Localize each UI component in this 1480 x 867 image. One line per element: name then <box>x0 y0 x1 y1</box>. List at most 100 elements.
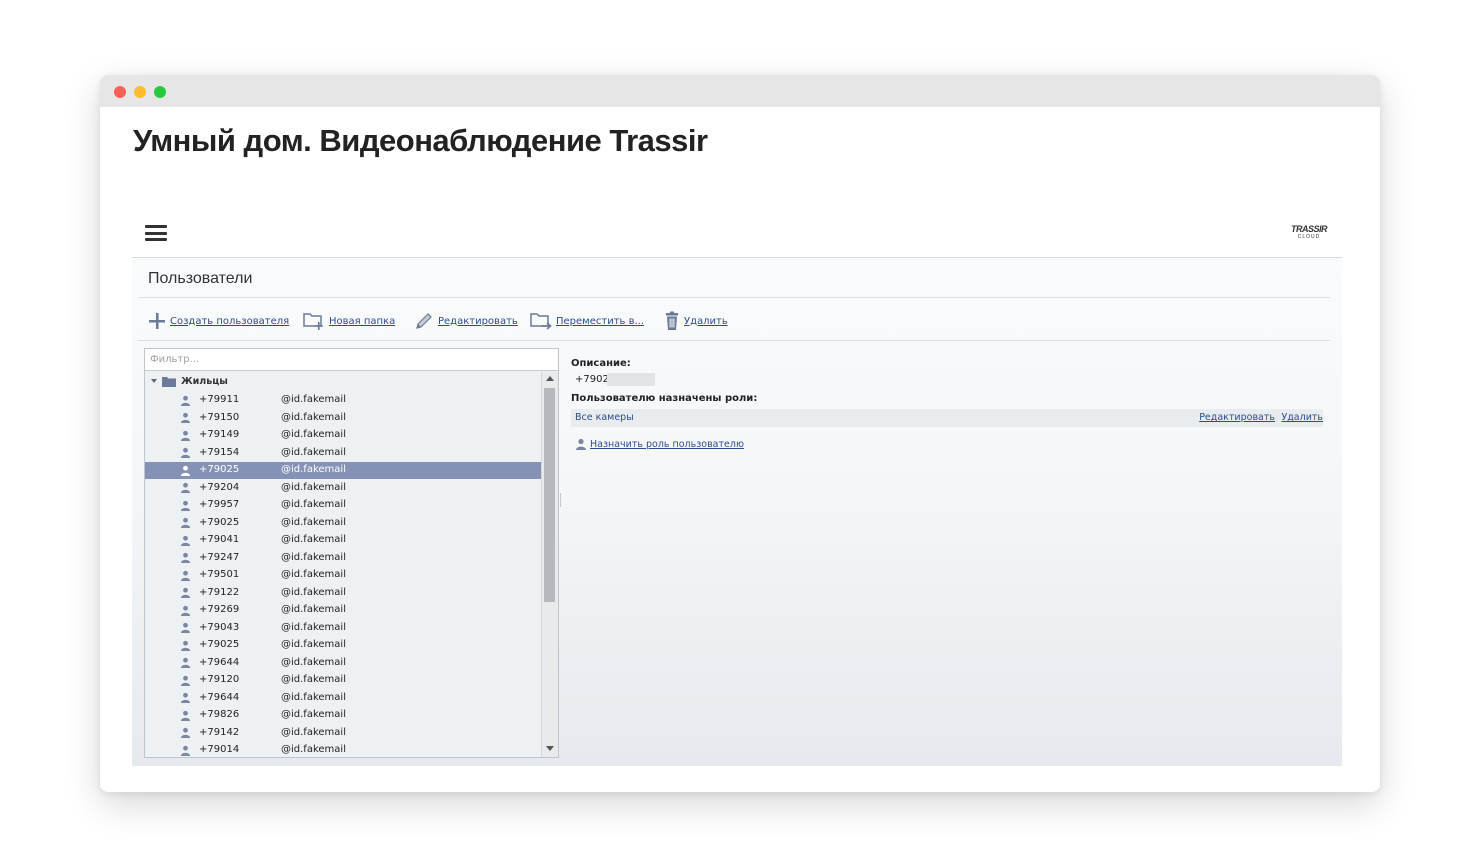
create-user-button[interactable]: Создать пользователя <box>148 309 289 333</box>
redacted-mask <box>239 654 281 672</box>
user-icon <box>180 500 191 511</box>
tree-user-row[interactable]: +79269 @id.fakemail <box>145 601 541 619</box>
tree-user-row[interactable]: +79142 @id.fakemail <box>145 724 541 742</box>
redacted-mask <box>239 689 281 707</box>
user-phone: +79043 <box>199 621 240 633</box>
user-icon <box>180 552 191 563</box>
tree-user-row[interactable]: +79150 @id.fakemail <box>145 409 541 427</box>
user-icon <box>180 447 191 458</box>
page-title: Умный дом. Видеонаблюдение Trassir <box>133 123 708 158</box>
minimize-window-button[interactable] <box>134 86 146 98</box>
user-phone: +79269 <box>199 604 240 615</box>
redacted-mask <box>239 479 281 497</box>
tree-user-row[interactable]: +79247 @id.fakemail <box>145 549 541 567</box>
redacted-mask <box>239 619 281 637</box>
user-icon <box>180 640 191 651</box>
user-email: @id.fakemail <box>281 394 346 405</box>
tree-user-row[interactable]: +79957 @id.fakemail <box>145 496 541 514</box>
user-icon <box>180 430 191 441</box>
tree-user-row[interactable]: +79644 @id.fakemail <box>145 654 541 672</box>
role-row: Все камеры Редактировать Удалить <box>571 409 1323 427</box>
user-icon <box>180 657 191 668</box>
tree-user-row[interactable]: +79149 @id.fakemail <box>145 426 541 444</box>
user-email: @id.fakemail <box>281 411 346 423</box>
user-phone: +79120 <box>199 674 240 685</box>
move-to-button[interactable]: Переместить в... <box>530 309 644 333</box>
maximize-window-button[interactable] <box>154 86 166 98</box>
role-delete-link[interactable]: Удалить <box>1281 412 1323 423</box>
tree-user-row[interactable]: +79025 @id.fakemail <box>145 514 541 532</box>
redacted-mask <box>239 531 281 549</box>
redacted-mask <box>607 373 655 386</box>
tree-user-row[interactable]: +79644 @id.fakemail <box>145 689 541 707</box>
edit-label: Редактировать <box>438 315 518 327</box>
tree-user-row[interactable]: +79120 @id.fakemail <box>145 671 541 689</box>
app-topbar: TRASSIR CLOUD <box>132 215 1342 258</box>
scroll-up-icon[interactable] <box>546 376 554 381</box>
tree-folder-residents[interactable]: Жильцы <box>145 374 228 388</box>
edit-button[interactable]: Редактировать <box>414 309 518 333</box>
folder-plus-icon <box>303 313 323 330</box>
user-email: @id.fakemail <box>281 726 346 738</box>
redacted-mask <box>239 724 281 742</box>
new-folder-button[interactable]: Новая папка <box>303 309 395 333</box>
tree-user-row[interactable]: +79826 @id.fakemail <box>145 706 541 724</box>
tree-user-row[interactable]: +79025 @id.fakemail <box>145 636 541 654</box>
tree-user-row[interactable]: +79043 @id.fakemail <box>145 619 541 637</box>
tree-user-row[interactable]: +79154 @id.fakemail <box>145 444 541 462</box>
user-phone: +79122 <box>199 586 240 598</box>
panel-splitter[interactable] <box>560 493 561 507</box>
filter-input[interactable] <box>145 349 558 371</box>
user-phone: +79142 <box>199 726 240 738</box>
user-icon <box>180 727 191 738</box>
divider <box>138 297 1330 298</box>
logo-text: TRASSIR <box>1290 224 1328 234</box>
tree-user-row[interactable]: +79014 @id.fakemail <box>145 741 541 757</box>
tree-user-row[interactable]: +79911 @id.fakemail <box>145 391 541 409</box>
redacted-mask <box>239 741 281 757</box>
user-icon <box>180 395 191 406</box>
tree-user-row[interactable]: +79501 @id.fakemail <box>145 566 541 584</box>
hamburger-menu-icon[interactable] <box>145 225 167 241</box>
user-icon <box>180 605 191 616</box>
redacted-mask <box>239 671 281 689</box>
user-email: @id.fakemail <box>281 499 346 510</box>
folder-icon <box>162 376 176 387</box>
role-edit-link[interactable]: Редактировать <box>1199 412 1275 423</box>
user-email: @id.fakemail <box>281 429 346 440</box>
section-title: Пользователи <box>148 270 253 287</box>
tree-user-row[interactable]: +79041 @id.fakemail <box>145 531 541 549</box>
assign-role-button[interactable]: Назначить роль пользователю <box>575 438 744 450</box>
user-phone: +79014 <box>199 744 240 755</box>
redacted-mask <box>239 584 281 602</box>
user-icon <box>180 517 191 528</box>
user-phone: +79826 <box>199 709 240 720</box>
user-icon <box>180 482 191 493</box>
scroll-thumb[interactable] <box>544 388 555 602</box>
user-phone: +79025 <box>199 516 240 528</box>
tree-user-row[interactable]: +79122 @id.fakemail <box>145 584 541 602</box>
user-icon <box>180 587 191 598</box>
user-icon <box>576 438 586 450</box>
user-email: @id.fakemail <box>281 446 346 458</box>
tree-user-row[interactable]: +79204 @id.fakemail <box>145 479 541 497</box>
tree-user-row[interactable]: +79025 @id.fakemail <box>145 461 541 479</box>
scroll-down-icon[interactable] <box>546 746 554 751</box>
user-email: @id.fakemail <box>281 639 346 650</box>
user-phone: +79150 <box>199 411 240 423</box>
user-email: @id.fakemail <box>281 481 346 493</box>
expand-arrow-icon[interactable] <box>151 379 157 383</box>
window-titlebar <box>100 75 1380 107</box>
user-email: @id.fakemail <box>281 516 346 528</box>
close-window-button[interactable] <box>114 86 126 98</box>
user-email: @id.fakemail <box>281 464 346 475</box>
user-icon <box>180 622 191 633</box>
user-email: @id.fakemail <box>281 691 346 703</box>
assigned-roles-label: Пользователю назначены роли: <box>571 393 758 404</box>
redacted-mask <box>239 444 281 462</box>
user-phone: +79025 <box>199 464 240 475</box>
pencil-icon <box>416 313 432 329</box>
tree-scrollbar[interactable] <box>541 372 558 757</box>
user-email: @id.fakemail <box>281 709 346 720</box>
delete-button[interactable]: Удалить <box>664 309 728 333</box>
